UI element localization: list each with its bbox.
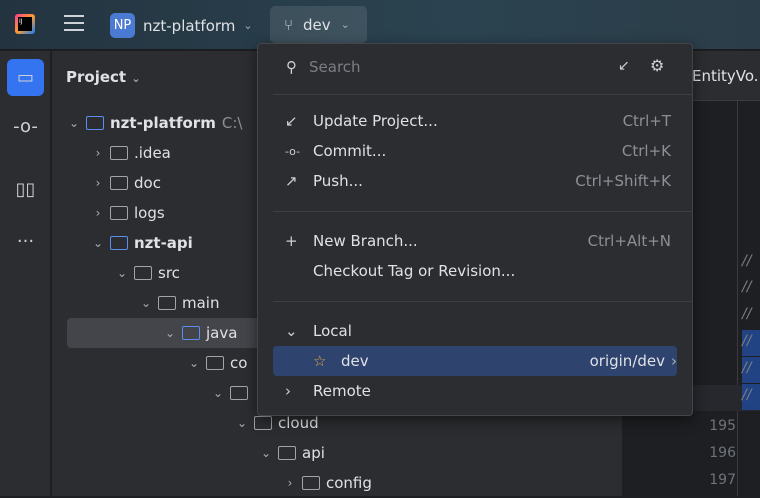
search-field[interactable]: ⚲ Search	[286, 58, 361, 76]
update-arrow-icon: ↙	[285, 112, 298, 130]
star-icon: ☆	[313, 352, 327, 370]
line-number: 196	[709, 445, 736, 461]
tree-item[interactable]: ⌄	[212, 378, 254, 408]
code-comment: //	[742, 306, 752, 322]
source-folder-icon	[182, 326, 200, 340]
folder-icon	[110, 176, 128, 190]
commit-icon: -o-	[285, 144, 301, 158]
git-branches-popup: ⚲ Search ↙ ⚙ ↙ Update Project... Ctrl+T -o-…	[257, 43, 693, 416]
tool-window-strip: ▭ -o- ▯▯ ···	[0, 51, 51, 496]
package-icon	[278, 446, 296, 460]
tree-item[interactable]: ⌄ api	[260, 438, 325, 468]
project-name: nzt-platform	[143, 16, 236, 35]
code-comment-selected: //	[742, 357, 760, 383]
tree-item[interactable]: › .idea	[92, 138, 171, 168]
tree-item[interactable]: › logs	[92, 198, 165, 228]
divider	[273, 301, 693, 302]
folder-icon	[110, 206, 128, 220]
project-panel-title[interactable]: Project ⌄	[66, 68, 141, 86]
tree-item[interactable]: › config	[284, 468, 372, 498]
tree-item-nzt-platform[interactable]: ⌄ nzt-platform C:\	[68, 108, 242, 138]
module-folder-icon	[86, 116, 104, 130]
update-project-item[interactable]: ↙ Update Project... Ctrl+T	[273, 106, 677, 136]
chevron-down-icon: ⌄	[340, 18, 350, 31]
tree-item[interactable]: ⌄ main	[140, 288, 220, 318]
package-icon	[206, 356, 224, 370]
package-icon	[254, 416, 272, 430]
gear-icon[interactable]: ⚙	[650, 56, 664, 75]
collapse-icon[interactable]: ↙	[618, 58, 630, 74]
module-folder-icon	[110, 236, 128, 250]
branch-item-dev[interactable]: ☆ dev origin/dev ›	[273, 346, 677, 376]
intellij-logo-icon[interactable]: IJ	[15, 14, 35, 34]
tree-item[interactable]: ⌄ nzt-api	[92, 228, 193, 258]
chevron-right-icon: ›	[671, 352, 677, 370]
commit-item[interactable]: -o- Commit... Ctrl+K	[273, 136, 677, 166]
tree-item[interactable]: ⌄ co	[188, 348, 247, 378]
code-comment: //	[742, 279, 752, 295]
folder-icon	[110, 146, 128, 160]
divider	[273, 94, 693, 95]
plus-icon: +	[285, 232, 298, 250]
line-number: 195	[709, 418, 736, 434]
package-icon	[230, 386, 248, 400]
divider	[273, 211, 693, 212]
chevron-right-icon: ›	[285, 382, 291, 400]
branch-name: dev	[303, 15, 331, 34]
search-icon: ⚲	[286, 58, 297, 76]
line-number: 197	[709, 472, 736, 488]
vcs-branch-button[interactable]: ⑂ dev ⌄	[270, 6, 367, 43]
folder-icon	[134, 266, 152, 280]
project-folder-icon[interactable]: ▭	[7, 59, 44, 96]
code-comment: //	[742, 253, 752, 269]
more-icon[interactable]: ···	[7, 223, 44, 260]
push-item[interactable]: ↗ Push... Ctrl+Shift+K	[273, 166, 677, 196]
project-switcher[interactable]: NP nzt-platform ⌄	[110, 13, 253, 38]
project-avatar: NP	[110, 13, 135, 38]
chevron-down-icon: ⌄	[243, 19, 253, 32]
structure-icon[interactable]: ▯▯	[7, 171, 44, 208]
push-arrow-icon: ↗	[285, 172, 298, 190]
main-menu-icon[interactable]	[64, 15, 84, 33]
new-branch-item[interactable]: + New Branch... Ctrl+Alt+N	[273, 226, 677, 256]
code-comment-selected: //	[742, 384, 760, 410]
tree-item[interactable]: ⌄ src	[116, 258, 180, 288]
local-branches-group[interactable]: ⌄ Local	[273, 316, 677, 346]
folder-icon	[158, 296, 176, 310]
tree-item[interactable]: › doc	[92, 168, 161, 198]
package-icon	[302, 476, 320, 490]
tree-item-java[interactable]: ⌄ java	[164, 318, 237, 348]
checkout-tag-item[interactable]: Checkout Tag or Revision...	[273, 256, 677, 286]
code-comment-selected: //	[742, 330, 760, 356]
branch-icon: ⑂	[284, 15, 294, 34]
remote-branches-group[interactable]: › Remote	[273, 376, 677, 406]
chevron-down-icon: ⌄	[285, 322, 298, 340]
commit-icon[interactable]: -o-	[7, 108, 44, 145]
